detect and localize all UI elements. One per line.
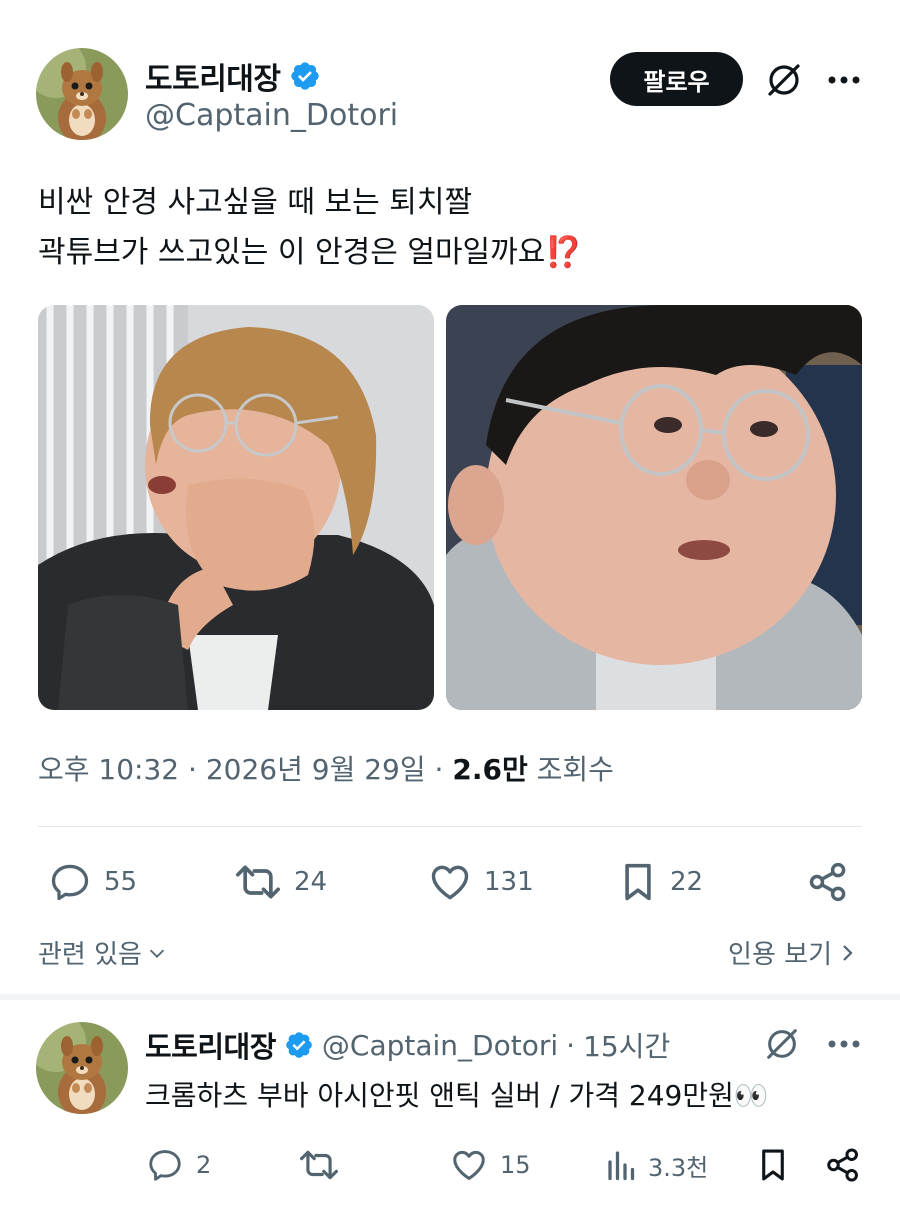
reply-reply-count: 2 xyxy=(196,1151,212,1179)
reply-views-count: 3.3천 xyxy=(648,1153,709,1182)
like-icon xyxy=(431,865,469,900)
related-label: 관련 있음 xyxy=(38,940,142,970)
bookmark-count: 22 xyxy=(670,867,704,897)
reply-views-button[interactable]: 3.3천 xyxy=(604,1146,708,1184)
tweet-photo-left[interactable] xyxy=(38,305,434,710)
section-divider xyxy=(0,994,900,1000)
views-label: 조회수 xyxy=(536,753,614,786)
reply-share-button[interactable] xyxy=(824,1146,862,1184)
tweet-meta: 오후 10:32 · 2026년 9월 29일 · 2.6만 조회수 xyxy=(38,748,614,788)
more-icon[interactable] xyxy=(822,60,866,100)
meta-separator: · xyxy=(434,753,453,786)
reply-count: 55 xyxy=(104,867,138,897)
bookmark-button[interactable]: 22 xyxy=(618,860,703,904)
author-handle[interactable]: @Captain_Dotori xyxy=(145,98,398,133)
reply-reply-button[interactable]: 2 xyxy=(146,1146,211,1184)
author-name-row[interactable]: 도토리대장 xyxy=(145,54,321,98)
retweet-button[interactable]: 24 xyxy=(234,860,327,904)
meta-separator: · xyxy=(188,753,206,786)
like-button[interactable]: 131 xyxy=(428,860,534,904)
tweet-date[interactable]: 2026년 9월 29일 xyxy=(206,753,426,786)
bookmark-icon xyxy=(762,1149,784,1181)
verified-badge-icon xyxy=(286,1032,312,1058)
divider xyxy=(38,826,862,827)
views-count: 2.6만 xyxy=(452,753,528,786)
bookmark-icon xyxy=(625,863,651,901)
reply-separator: · xyxy=(566,1028,576,1062)
reply-time[interactable]: 15시간 xyxy=(583,1025,670,1065)
reply-author-handle[interactable]: @Captain_Dotori xyxy=(322,1029,558,1062)
tweet-photo-right[interactable] xyxy=(446,305,862,710)
reply-like-count: 15 xyxy=(500,1151,531,1179)
tweet-time[interactable]: 오후 10:32 xyxy=(38,753,179,786)
share-icon xyxy=(827,1148,858,1182)
view-quotes-link[interactable]: 인용 보기 xyxy=(728,934,856,971)
like-count: 131 xyxy=(484,867,534,897)
tweet-text-line: 곽튜브가 쓰고있는 이 안경은 얼마일까요⁉️ xyxy=(38,235,583,270)
more-icon[interactable] xyxy=(822,1026,866,1062)
like-icon xyxy=(453,1150,485,1180)
chevron-right-icon xyxy=(843,944,853,961)
grok-icon[interactable] xyxy=(762,58,806,102)
reply-button[interactable]: 55 xyxy=(48,860,137,904)
author-avatar[interactable] xyxy=(36,48,128,140)
reply-author-avatar[interactable] xyxy=(36,1022,128,1114)
verified-badge-icon xyxy=(290,62,319,90)
chevron-down-icon xyxy=(149,949,165,958)
retweet-icon xyxy=(235,865,280,899)
reply-like-button[interactable]: 15 xyxy=(450,1146,531,1184)
quote-label: 인용 보기 xyxy=(728,940,832,970)
grok-icon[interactable] xyxy=(762,1024,802,1064)
retweet-count: 24 xyxy=(294,867,328,897)
reply-author-name[interactable]: 도토리대장 xyxy=(145,1024,276,1066)
share-button[interactable] xyxy=(806,860,850,904)
share-icon xyxy=(809,862,846,902)
reply-retweet-button[interactable] xyxy=(298,1146,352,1184)
reply-header: 도토리대장 @Captain_Dotori · 15시간 xyxy=(145,1024,670,1066)
reply-icon xyxy=(149,1150,181,1181)
tweet-text-line: 비싼 안경 사고싶을 때 보는 퇴치짤 xyxy=(38,185,473,220)
reply-icon xyxy=(51,864,89,901)
reply-bookmark-button[interactable] xyxy=(756,1146,790,1184)
related-dropdown[interactable]: 관련 있음 xyxy=(38,934,168,971)
author-display-name[interactable]: 도토리대장 xyxy=(145,54,281,98)
views-icon xyxy=(608,1151,635,1181)
reply-text: 크롬하츠 부바 아시안핏 앤틱 실버 / 가격 249만원👀 xyxy=(145,1079,769,1112)
retweet-icon xyxy=(300,1150,338,1180)
tweet-text: 비싼 안경 사고싶을 때 보는 퇴치짤 곽튜브가 쓰고있는 이 안경은 얼마일까… xyxy=(38,178,583,278)
follow-button[interactable]: 팔로우 xyxy=(610,52,743,106)
